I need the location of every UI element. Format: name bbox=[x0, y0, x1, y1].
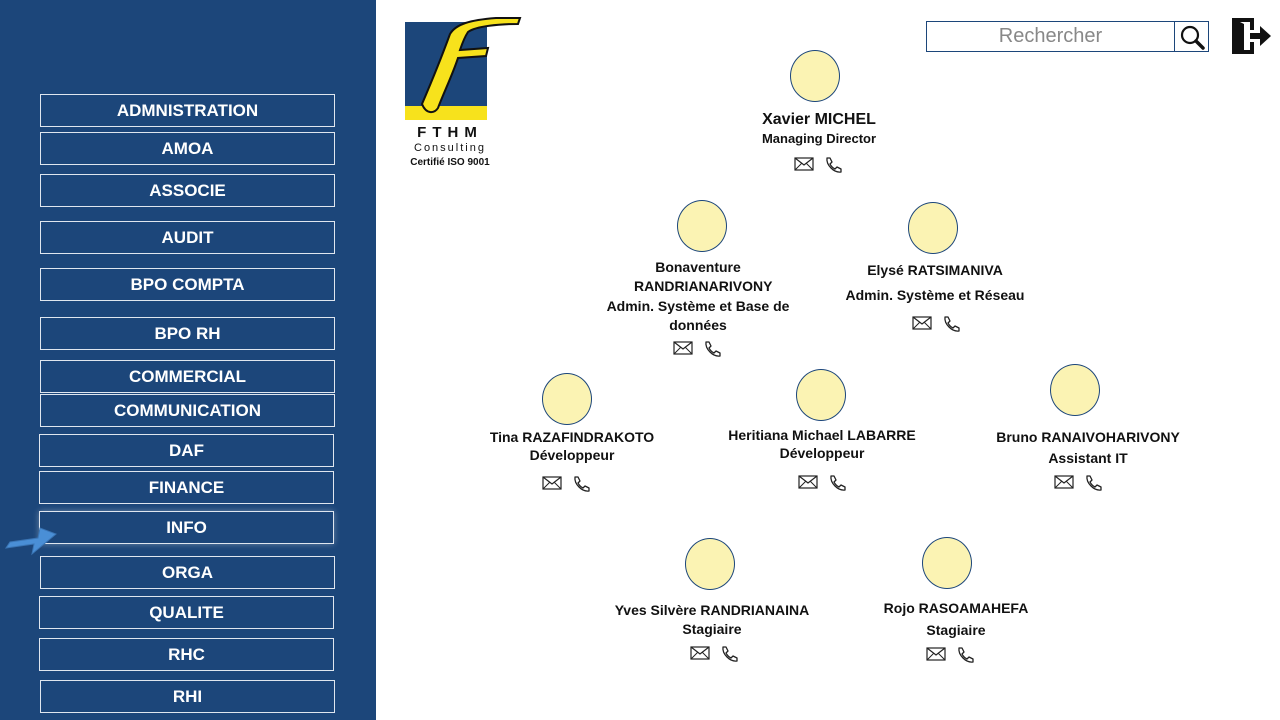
mail-icon[interactable] bbox=[1054, 474, 1074, 490]
person-role: Développeur bbox=[779, 445, 865, 461]
dept-button-communication[interactable]: COMMUNICATION bbox=[40, 394, 335, 427]
person-role: Managing Director bbox=[761, 131, 877, 146]
contact-icons bbox=[1054, 474, 1102, 492]
person-role: Admin. Système et Base de données bbox=[606, 298, 790, 333]
dept-button-daf[interactable]: DAF bbox=[39, 434, 334, 467]
dept-button-info[interactable]: INFO bbox=[39, 511, 334, 544]
mail-icon[interactable] bbox=[912, 315, 932, 331]
phone-icon[interactable] bbox=[1084, 474, 1102, 492]
contact-icons bbox=[794, 156, 842, 174]
mail-icon[interactable] bbox=[794, 156, 814, 172]
mail-icon[interactable] bbox=[690, 645, 710, 661]
person-role: Stagiaire bbox=[926, 622, 986, 638]
mail-icon[interactable] bbox=[798, 474, 818, 490]
person-card-rojo-rasoamahefa: Rojo RASOAMAHEFA Stagiaire bbox=[856, 599, 1056, 641]
contact-icons bbox=[912, 315, 960, 333]
contact-icons bbox=[542, 475, 590, 493]
avatar[interactable] bbox=[542, 373, 592, 425]
dept-button-amoa[interactable]: AMOA bbox=[40, 132, 335, 165]
logo-certification: Certifié ISO 9001 bbox=[410, 157, 490, 168]
search-input[interactable] bbox=[926, 21, 1175, 52]
search-button[interactable] bbox=[1174, 21, 1209, 52]
dept-button-rhi[interactable]: RHI bbox=[40, 680, 335, 713]
person-card-bruno-ranaivoharivony: Bruno RANAIVOHARIVONY Assistant IT bbox=[984, 428, 1192, 470]
avatar[interactable] bbox=[790, 50, 840, 102]
dept-button-orga[interactable]: ORGA bbox=[40, 556, 335, 589]
dept-button-administration[interactable]: ADMNISTRATION bbox=[40, 94, 335, 127]
company-logo: FTHM Consulting Certifié ISO 9001 bbox=[404, 16, 524, 176]
phone-icon[interactable] bbox=[956, 646, 974, 664]
logo-brand-text: FTHM bbox=[417, 124, 483, 141]
contact-icons bbox=[673, 340, 721, 358]
person-role: Développeur bbox=[529, 447, 615, 463]
dept-button-bpo-compta[interactable]: BPO COMPTA bbox=[40, 268, 335, 301]
mail-icon[interactable] bbox=[673, 340, 693, 356]
person-card-heritiana-michael-labarre: Heritiana Michael LABARRE Développeur bbox=[712, 426, 932, 466]
sidebar: ADMNISTRATION AMOA ASSOCIE AUDIT BPO COM… bbox=[0, 0, 376, 720]
person-name: Elysé RATSIMANIVA bbox=[867, 262, 1003, 278]
dept-button-rhc[interactable]: RHC bbox=[39, 638, 334, 671]
person-role: Stagiaire bbox=[682, 621, 742, 637]
dept-button-audit[interactable]: AUDIT bbox=[40, 221, 335, 254]
phone-icon[interactable] bbox=[703, 340, 721, 358]
person-name: Bruno RANAIVOHARIVONY bbox=[996, 429, 1180, 445]
person-card-elyse-ratsimaniva: Elysé RATSIMANIVA Admin. Système et Rése… bbox=[832, 261, 1038, 311]
contact-icons bbox=[690, 645, 738, 663]
selection-arrow-icon bbox=[4, 527, 57, 556]
phone-icon[interactable] bbox=[824, 156, 842, 174]
person-name: Xavier MICHEL bbox=[762, 111, 876, 128]
person-name: Tina RAZAFINDRAKOTO bbox=[489, 429, 655, 445]
dept-button-finance[interactable]: FINANCE bbox=[39, 471, 334, 504]
phone-icon[interactable] bbox=[828, 474, 846, 492]
dept-button-associe[interactable]: ASSOCIE bbox=[40, 174, 335, 207]
person-name: Yves Silvère RANDRIANAINA bbox=[614, 602, 810, 618]
person-name: Bonaventure RANDRIANARIVONY bbox=[634, 259, 773, 294]
person-card-bonaventure-randrianarivony: Bonaventure RANDRIANARIVONY Admin. Systè… bbox=[598, 258, 798, 338]
phone-icon[interactable] bbox=[572, 475, 590, 493]
avatar[interactable] bbox=[677, 200, 727, 252]
logo-mark-icon bbox=[405, 17, 522, 120]
search-icon bbox=[1180, 25, 1205, 50]
avatar[interactable] bbox=[685, 538, 735, 590]
dept-button-qualite[interactable]: QUALITE bbox=[39, 596, 334, 629]
mail-icon[interactable] bbox=[542, 475, 562, 491]
avatar[interactable] bbox=[1050, 364, 1100, 416]
avatar[interactable] bbox=[796, 369, 846, 421]
person-role: Admin. Système et Réseau bbox=[845, 287, 1025, 303]
avatar[interactable] bbox=[908, 202, 958, 254]
person-card-tina-razafindrakoto: Tina RAZAFINDRAKOTO Développeur bbox=[472, 428, 672, 468]
person-name: Heritiana Michael LABARRE bbox=[728, 427, 916, 443]
person-card-yves-silvere-randrianaina: Yves Silvère RANDRIANAINA Stagiaire bbox=[602, 601, 822, 641]
contact-icons bbox=[798, 474, 846, 492]
dept-button-bpo-rh[interactable]: BPO RH bbox=[40, 317, 335, 350]
person-role: Assistant IT bbox=[1048, 450, 1128, 466]
avatar[interactable] bbox=[922, 537, 972, 589]
logout-icon[interactable] bbox=[1228, 16, 1272, 56]
phone-icon[interactable] bbox=[942, 315, 960, 333]
phone-icon[interactable] bbox=[720, 645, 738, 663]
dept-button-commercial[interactable]: COMMERCIAL bbox=[40, 360, 335, 393]
contact-icons bbox=[926, 646, 974, 664]
logo-subtitle: Consulting bbox=[414, 142, 486, 154]
mail-icon[interactable] bbox=[926, 646, 946, 662]
person-name: Rojo RASOAMAHEFA bbox=[883, 600, 1029, 616]
